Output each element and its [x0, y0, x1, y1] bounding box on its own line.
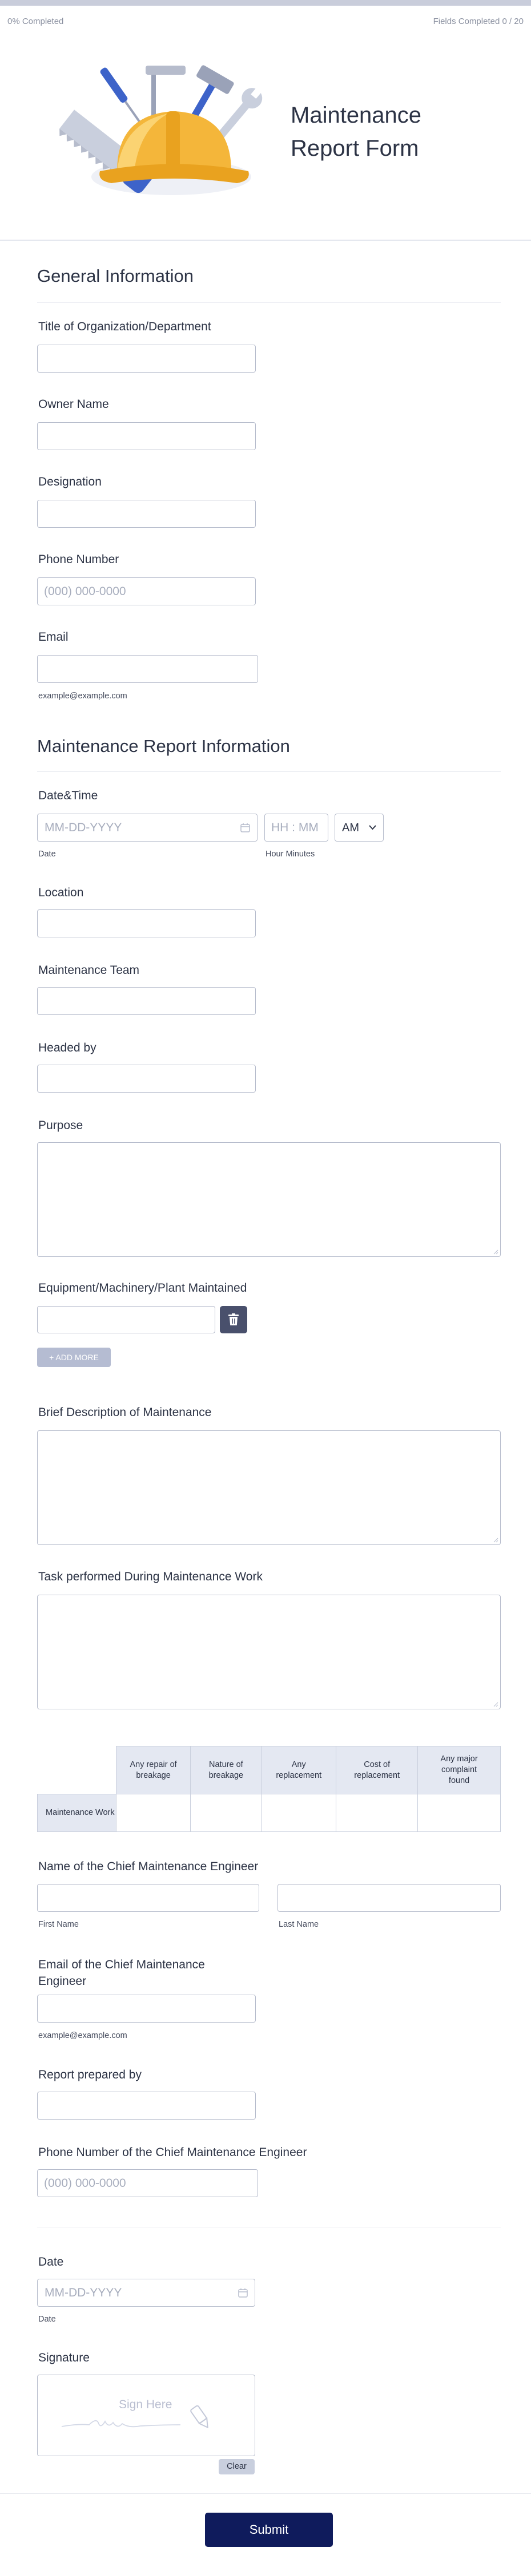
- prepared-input[interactable]: [37, 2092, 256, 2120]
- trash-icon: [228, 1313, 239, 1325]
- purpose-textarea[interactable]: [37, 1142, 501, 1257]
- designation-label: Designation: [38, 475, 102, 488]
- purpose-label: Purpose: [38, 1119, 83, 1132]
- signature-label: Signature: [38, 2351, 90, 2364]
- owner-input[interactable]: [37, 422, 256, 450]
- header-divider: [0, 240, 531, 241]
- matrix-col-header: Nature of breakage: [190, 1746, 262, 1794]
- progress-track: [0, 0, 531, 6]
- brief-textarea[interactable]: [37, 1430, 501, 1545]
- time-placeholder: HH : MM: [271, 821, 319, 834]
- headed-input[interactable]: [37, 1065, 256, 1093]
- matrix-cell[interactable]: [115, 1794, 191, 1832]
- resize-handle-icon[interactable]: [493, 1701, 498, 1707]
- submit-button[interactable]: Submit: [205, 2513, 333, 2547]
- clear-signature-button[interactable]: Clear: [219, 2459, 255, 2474]
- section-divider: [37, 302, 501, 303]
- form-title-line1: Maintenance: [291, 103, 422, 128]
- matrix-header-row: Any repair of breakage Nature of breakag…: [38, 1746, 501, 1794]
- matrix-cell[interactable]: [417, 1794, 501, 1832]
- signature-pad[interactable]: Sign Here: [37, 2375, 255, 2456]
- engineer-email-label-line1: Email of the Chief Maintenance: [38, 1958, 205, 1971]
- location-input[interactable]: [37, 909, 256, 937]
- equipment-label: Equipment/Machinery/Plant Maintained: [38, 1281, 247, 1295]
- delete-item-button[interactable]: [220, 1306, 247, 1333]
- date-input[interactable]: MM-DD-YYYY: [37, 814, 258, 842]
- engineer-phone-input[interactable]: (000) 000-0000: [37, 2169, 258, 2197]
- engineer-email-label: Email of the Chief Maintenance Engineer: [38, 1956, 205, 1989]
- engineer-email-input[interactable]: [37, 1995, 256, 2023]
- first-name-input[interactable]: [37, 1884, 259, 1912]
- matrix-col-header: Any major complaint found: [417, 1746, 501, 1794]
- location-label: Location: [38, 886, 84, 899]
- phone-placeholder: (000) 000-0000: [44, 585, 126, 598]
- engineer-phone-placeholder: (000) 000-0000: [44, 2177, 126, 2190]
- matrix-cell[interactable]: [190, 1794, 262, 1832]
- matrix-col-header: Any repair of breakage: [115, 1746, 191, 1794]
- signature-placeholder: Sign Here: [119, 2398, 172, 2411]
- engineer-email-label-line2: Engineer: [38, 1975, 87, 1988]
- last-name-sublabel: Last Name: [279, 1920, 319, 1929]
- date-placeholder: MM-DD-YYYY: [45, 821, 122, 834]
- date-sublabel: Date: [38, 850, 56, 859]
- engineer-name-label: Name of the Chief Maintenance Engineer: [38, 1860, 259, 1873]
- final-date-label: Date: [38, 2255, 64, 2268]
- org-input[interactable]: [37, 345, 256, 373]
- team-label: Maintenance Team: [38, 964, 140, 977]
- last-name-input[interactable]: [277, 1884, 501, 1912]
- resize-handle-icon[interactable]: [493, 1537, 498, 1543]
- maintenance-matrix: Any repair of breakage Nature of breakag…: [37, 1746, 501, 1832]
- matrix-col-header: Any replacement: [261, 1746, 337, 1794]
- brief-label: Brief Description of Maintenance: [38, 1406, 212, 1419]
- progress-percent: 0% Completed: [7, 17, 64, 26]
- prepared-label: Report prepared by: [38, 2068, 142, 2081]
- designation-input[interactable]: [37, 500, 256, 528]
- matrix-cell[interactable]: [336, 1794, 419, 1832]
- matrix-col-header: Cost of replacement: [336, 1746, 419, 1794]
- headed-label: Headed by: [38, 1041, 96, 1054]
- tools-helmet-illustration: [54, 54, 271, 205]
- time-input[interactable]: HH : MM: [264, 814, 328, 842]
- matrix-row: Maintenance Work: [37, 1794, 501, 1832]
- form-title-line2: Report Form: [291, 136, 419, 161]
- add-more-button[interactable]: + ADD MORE: [37, 1348, 111, 1367]
- chevron-down-icon: [369, 825, 376, 830]
- ampm-select[interactable]: AM: [335, 814, 384, 842]
- fields-completed: Fields Completed 0 / 20: [433, 17, 524, 26]
- team-input[interactable]: [37, 987, 256, 1015]
- footer-divider: [0, 2493, 531, 2494]
- datetime-label: Date&Time: [38, 789, 98, 802]
- task-textarea[interactable]: [37, 1595, 501, 1709]
- form-title: Maintenance Report Form: [291, 99, 421, 165]
- email-hint: example@example.com: [38, 691, 127, 701]
- calendar-icon[interactable]: [238, 2288, 248, 2298]
- resize-handle-icon[interactable]: [493, 1249, 498, 1255]
- engineer-phone-label: Phone Number of the Chief Maintenance En…: [38, 2146, 307, 2159]
- task-label: Task performed During Maintenance Work: [38, 1570, 263, 1583]
- engineer-email-hint: example@example.com: [38, 2031, 127, 2040]
- email-input[interactable]: [37, 655, 258, 683]
- final-date-placeholder: MM-DD-YYYY: [45, 2286, 122, 2299]
- section-report-title: Maintenance Report Information: [37, 736, 290, 756]
- section-divider: [37, 771, 501, 772]
- final-date-input[interactable]: MM-DD-YYYY: [37, 2279, 255, 2307]
- phone-input[interactable]: (000) 000-0000: [37, 577, 256, 605]
- ampm-value: AM: [342, 822, 359, 834]
- calendar-icon[interactable]: [240, 823, 250, 832]
- time-sublabel: Hour Minutes: [266, 850, 315, 859]
- owner-label: Owner Name: [38, 398, 109, 411]
- equipment-input[interactable]: [37, 1306, 215, 1333]
- email-label: Email: [38, 630, 69, 644]
- first-name-sublabel: First Name: [38, 1920, 79, 1929]
- section-general-title: General Information: [37, 266, 194, 286]
- org-label: Title of Organization/Department: [38, 320, 211, 333]
- matrix-cell[interactable]: [261, 1794, 337, 1832]
- final-date-sublabel: Date: [38, 2315, 56, 2324]
- matrix-corner: [38, 1746, 116, 1794]
- phone-label: Phone Number: [38, 553, 119, 566]
- matrix-row-label: Maintenance Work: [37, 1794, 116, 1832]
